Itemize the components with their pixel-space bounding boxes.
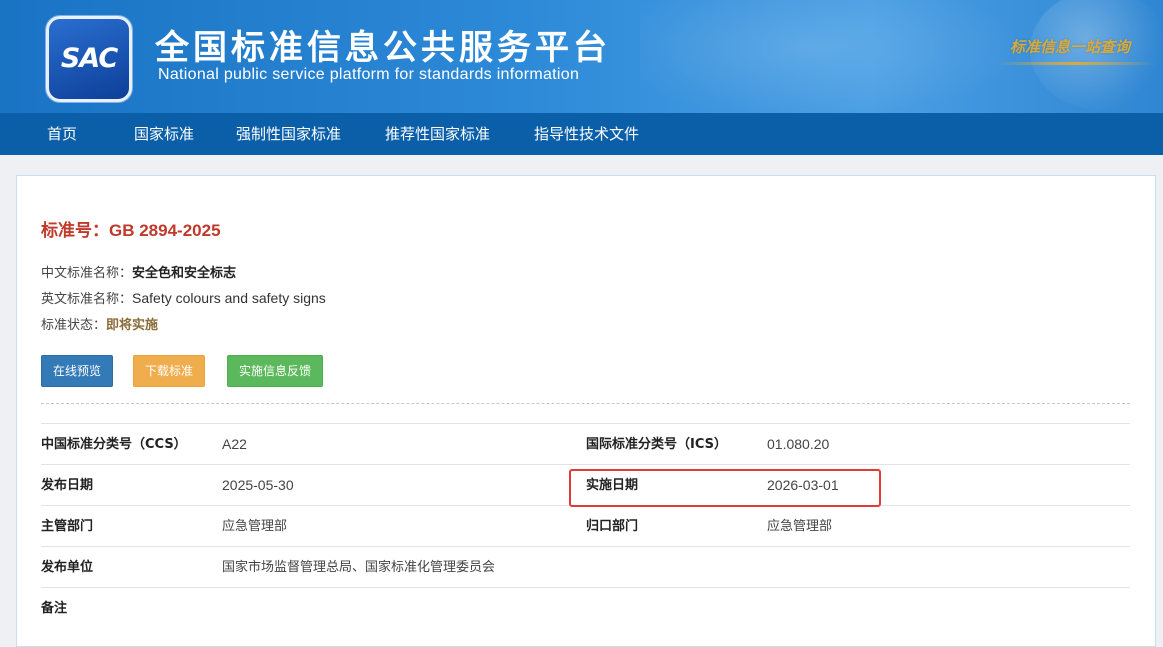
download-standard-button[interactable]: 下载标准 — [133, 355, 206, 387]
publish-date-label: 发布日期 — [41, 478, 94, 493]
ccs-value: A22 — [222, 436, 247, 452]
dept-label: 主管部门 — [41, 519, 94, 534]
sac-logo[interactable]: SAC — [46, 16, 132, 102]
standard-detail-panel: 标准号：GB 2894-2025 中文标准名称：安全色和安全标志 英文标准名称：… — [16, 175, 1156, 647]
dashed-divider — [41, 403, 1130, 404]
status-label: 标准状态： — [41, 318, 107, 333]
standard-number: GB 2894-2025 — [109, 221, 221, 240]
status-value: 即将实施 — [106, 318, 159, 333]
nav-item-home[interactable]: 首页 — [47, 113, 77, 155]
world-map-decoration — [640, 0, 1060, 113]
en-name-line: 英文标准名称：Safety colours and safety signs — [41, 288, 326, 307]
en-name-value: Safety colours and safety signs — [132, 290, 326, 306]
cn-name-line: 中文标准名称：安全色和安全标志 — [41, 262, 236, 281]
owner-label: 归口部门 — [586, 519, 639, 534]
nav-item-national[interactable]: 国家标准 — [134, 113, 194, 155]
publish-date-value: 2025-05-30 — [222, 477, 294, 493]
standard-number-title: 标准号：GB 2894-2025 — [41, 216, 221, 241]
table-row: 备注 — [41, 587, 1130, 629]
cn-name-label: 中文标准名称： — [41, 266, 133, 281]
header-banner: SAC 全国标准信息公共服务平台 National public service… — [0, 0, 1163, 113]
impl-date-highlight-box — [569, 469, 881, 507]
site-subtitle: National public service platform for sta… — [158, 66, 580, 83]
table-row: 发布单位 国家市场监督管理总局、国家标准化管理委员会 — [41, 546, 1130, 588]
nav-item-guidance[interactable]: 指导性技术文件 — [534, 113, 639, 155]
status-line: 标准状态：即将实施 — [41, 314, 158, 333]
logo-text: SAC — [60, 43, 118, 74]
standard-number-label: 标准号： — [41, 221, 109, 240]
table-row: 主管部门 应急管理部 归口部门 应急管理部 — [41, 505, 1130, 547]
main-nav: 首页 国家标准 强制性国家标准 推荐性国家标准 指导性技术文件 — [0, 113, 1163, 155]
site-title: 全国标准信息公共服务平台 — [155, 28, 611, 68]
online-preview-button[interactable]: 在线预览 — [41, 355, 114, 387]
ccs-label: 中国标准分类号（CCS） — [41, 437, 187, 452]
issuer-value: 国家市场监督管理总局、国家标准化管理委员会 — [222, 560, 496, 575]
cn-name-value: 安全色和安全标志 — [132, 266, 237, 281]
nav-item-mandatory[interactable]: 强制性国家标准 — [236, 113, 341, 155]
feedback-button[interactable]: 实施信息反馈 — [227, 355, 324, 387]
issuer-label: 发布单位 — [41, 560, 94, 575]
table-row: 中国标准分类号（CCS） A22 国际标准分类号（ICS） 01.080.20 — [41, 423, 1130, 465]
dept-value: 应急管理部 — [222, 519, 288, 534]
en-name-label: 英文标准名称： — [41, 292, 133, 307]
owner-value: 应急管理部 — [767, 519, 833, 534]
ics-value: 01.080.20 — [767, 436, 830, 452]
ics-label: 国际标准分类号（ICS） — [586, 437, 727, 452]
slogan: 标准信息一站查询 — [1010, 38, 1131, 56]
remark-label: 备注 — [41, 601, 68, 616]
nav-item-recommended[interactable]: 推荐性国家标准 — [385, 113, 490, 155]
slogan-swoosh — [995, 62, 1155, 65]
